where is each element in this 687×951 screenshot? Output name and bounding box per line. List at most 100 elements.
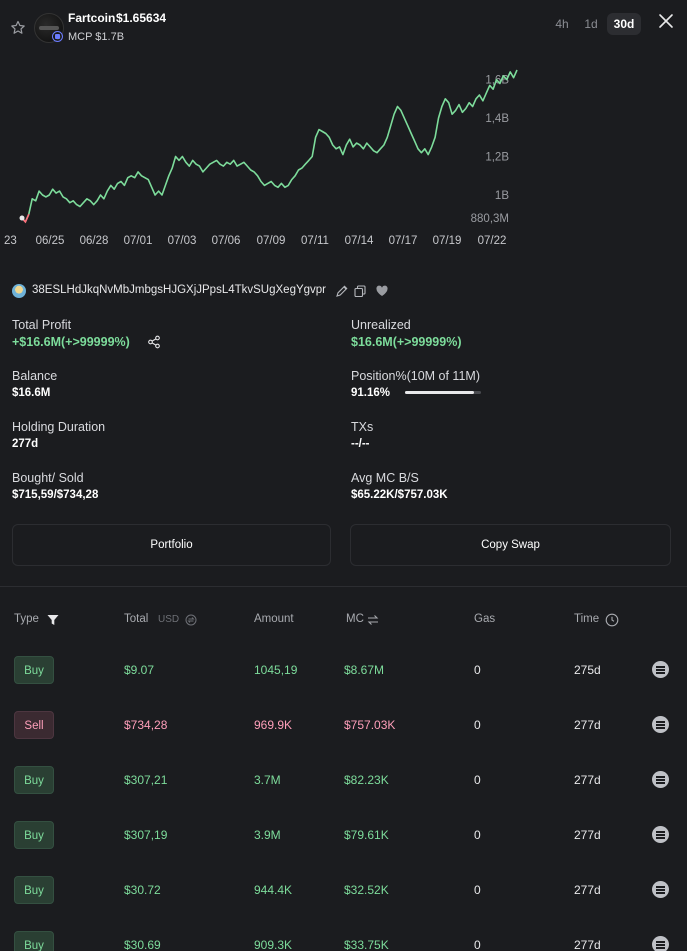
balance-label: Balance	[12, 369, 58, 383]
token-price: $1.65634	[116, 11, 167, 25]
trade-mc: $79.61K	[344, 828, 389, 842]
header-type: Type	[14, 613, 39, 625]
clock-icon[interactable]	[605, 613, 619, 627]
x-tick-label: 07/11	[301, 235, 329, 247]
trade-total: $307,19	[124, 828, 168, 842]
header-mc: MC	[346, 613, 364, 625]
close-icon[interactable]	[657, 12, 675, 30]
trade-total: $30.69	[124, 938, 161, 951]
trade-total: $307,21	[124, 773, 168, 787]
details-icon[interactable]	[652, 826, 669, 843]
table-row[interactable]: Buy $30.69 909.3K $33.75K 0 277d	[0, 917, 687, 951]
y-tick-label: 1,2B	[485, 152, 509, 164]
x-tick-label: 07/19	[433, 235, 462, 247]
trade-amount: 969.9K	[254, 718, 293, 732]
header: Fartcoin $1.65634 MCP $1.7B 4h 1d 30d	[0, 0, 687, 50]
trade-gas: 0	[474, 883, 481, 897]
portfolio-button[interactable]: Portfolio	[12, 524, 331, 566]
x-tick-label: 07/17	[389, 235, 418, 247]
divider	[0, 586, 687, 587]
txs-value: --/--	[351, 438, 370, 450]
copy-swap-button[interactable]: Copy Swap	[350, 524, 671, 566]
x-tick-label: 06/28	[80, 235, 109, 247]
header-gas: Gas	[474, 613, 496, 625]
y-tick-label: 1B	[495, 190, 509, 202]
balance-value: $16.6M	[12, 387, 51, 399]
details-icon[interactable]	[652, 771, 669, 788]
trade-type-badge: Sell	[14, 711, 54, 739]
x-tick-label: 07/06	[212, 235, 241, 247]
trade-gas: 0	[474, 718, 481, 732]
table-row[interactable]: Buy $30.72 944.4K $32.52K 0 277d	[0, 862, 687, 917]
copy-icon[interactable]	[353, 284, 367, 298]
bought-sold-value: $715,59/$734,28	[12, 489, 99, 501]
trade-type-badge: Buy	[14, 876, 54, 904]
wallet-address[interactable]: 38ESLHdJkqNvMbJmbgsHJGXjJPpsL4TkvSUgXegY…	[32, 284, 326, 296]
avg-mc-value: $65.22K/$757.03K	[351, 489, 448, 501]
trade-mc: $82.23K	[344, 773, 389, 787]
wallet-avatar	[12, 284, 26, 298]
header-usd[interactable]: USD	[158, 614, 179, 625]
token-name: Fartcoin	[68, 11, 116, 25]
trade-amount: 3.7M	[254, 773, 281, 787]
wallet-row: 38ESLHdJkqNvMbJmbgsHJGXjJPpsL4TkvSUgXegY…	[12, 283, 452, 299]
y-tick-label: 880,3M	[471, 213, 509, 225]
x-tick-label: 07/03	[168, 235, 197, 247]
header-time: Time	[574, 613, 600, 625]
details-icon[interactable]	[652, 661, 669, 678]
market-cap: MCP $1.7B	[68, 31, 125, 43]
trade-amount: 3.9M	[254, 828, 281, 842]
trade-total: $734,28	[124, 718, 168, 732]
trade-time: 277d	[574, 883, 601, 897]
trade-time: 277d	[574, 828, 601, 842]
position-progress-bar	[405, 391, 481, 394]
trade-type-badge: Buy	[14, 656, 54, 684]
table-row[interactable]: Buy $307,19 3.9M $79.61K 0 277d	[0, 807, 687, 862]
avg-mc-label: Avg MC B/S	[351, 471, 419, 485]
trade-gas: 0	[474, 938, 481, 951]
table-row[interactable]: Sell $734,28 969.9K $757.03K 0 277d	[0, 697, 687, 752]
details-icon[interactable]	[652, 936, 669, 951]
trade-time: 277d	[574, 718, 601, 732]
table-row[interactable]: Buy $307,21 3.7M $82.23K 0 277d	[0, 752, 687, 807]
tab-4h[interactable]: 4h	[550, 13, 574, 35]
x-tick-label: 07/01	[124, 235, 153, 247]
trade-time: 277d	[574, 938, 601, 951]
trade-type-badge: Buy	[14, 821, 54, 849]
x-tick-label: 07/22	[478, 235, 507, 247]
trade-total: $9.07	[124, 663, 155, 677]
tab-1d[interactable]: 1d	[580, 13, 602, 35]
trade-mc: $32.52K	[344, 883, 389, 897]
filter-icon[interactable]	[46, 613, 60, 627]
header-total: Total	[124, 613, 149, 625]
trade-time: 277d	[574, 773, 601, 787]
trade-mc: $8.67M	[344, 663, 385, 677]
edit-icon[interactable]	[335, 284, 349, 298]
table-row[interactable]: Buy $9.07 1045,19 $8.67M 0 275d	[0, 642, 687, 697]
chain-icon	[52, 31, 63, 42]
unrealized-label: Unrealized	[351, 318, 411, 332]
trade-gas: 0	[474, 663, 481, 677]
trade-amount: 909.3K	[254, 938, 293, 951]
share-icon[interactable]	[147, 335, 161, 349]
trade-mc: $33.75K	[344, 938, 389, 951]
details-icon[interactable]	[652, 716, 669, 733]
x-tick-label: 07/09	[257, 235, 286, 247]
total-profit-label: Total Profit	[12, 318, 72, 332]
heart-icon[interactable]	[375, 284, 389, 298]
trade-mc: $757.03K	[344, 718, 396, 732]
trade-type-badge: Buy	[14, 931, 54, 951]
unrealized-value: $16.6M(+>99999%)	[351, 335, 462, 349]
tab-30d[interactable]: 30d	[607, 13, 641, 35]
x-tick-label: 23	[4, 235, 17, 247]
holding-duration-value: 277d	[12, 438, 39, 450]
details-icon[interactable]	[652, 881, 669, 898]
currency-toggle-icon[interactable]	[185, 614, 197, 626]
price-chart[interactable]: 1,6B1,4B1,2B1B880,3M23 06/25 06/28 07/01 07/…	[0, 50, 687, 255]
header-amount: Amount	[254, 613, 294, 625]
txs-label: TXs	[351, 420, 374, 434]
star-icon[interactable]	[10, 20, 26, 36]
swap-arrows-icon[interactable]	[366, 613, 380, 627]
trade-total: $30.72	[124, 883, 161, 897]
position-label: Position%(10M of 11M)	[351, 369, 480, 383]
